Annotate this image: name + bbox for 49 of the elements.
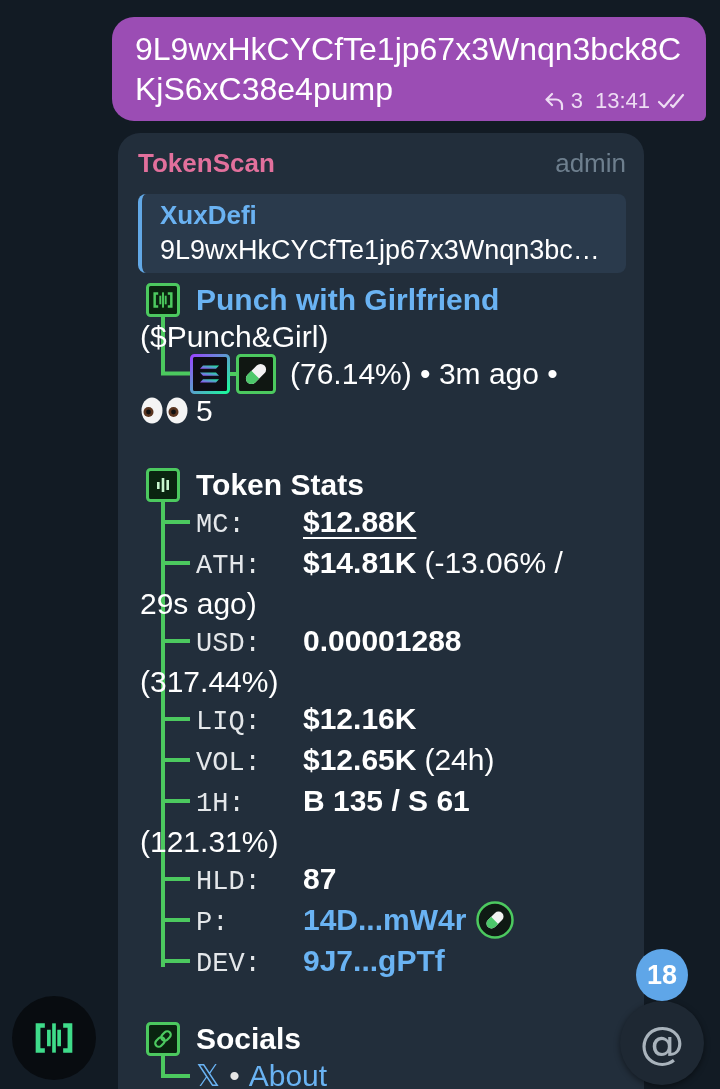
- social-link[interactable]: 𝕏: [196, 1058, 221, 1089]
- logo-icon: [146, 282, 180, 317]
- stat-value: B 135 / S 61: [303, 784, 470, 817]
- link-icon: [146, 1021, 180, 1056]
- message-text: 9L9wxHkCYCfTe1jp67x3Wnqn3bck8C: [135, 30, 682, 69]
- view-count: 5: [196, 394, 213, 427]
- section-title: Token Stats: [196, 468, 364, 501]
- eyes-icon: [140, 397, 190, 424]
- reply-arrow-icon: [543, 92, 564, 110]
- section-title: Socials: [196, 1022, 302, 1055]
- tree-connector: [230, 371, 236, 376]
- stat-detail: (24h): [424, 743, 495, 776]
- mention-button[interactable]: @: [620, 1001, 704, 1085]
- mention-count-badge: 18: [636, 949, 688, 1001]
- quote-author: XuxDefi: [160, 199, 258, 232]
- avatar-icon[interactable]: [12, 996, 96, 1080]
- sender-name[interactable]: TokenScan: [138, 146, 275, 180]
- stat-label: LIQ:: [196, 706, 262, 739]
- token-info: (76.14%) • 3m ago •: [290, 357, 558, 390]
- token-name-link[interactable]: Punch with Girlfriend: [196, 283, 500, 316]
- stat-value: 87: [303, 862, 337, 895]
- quote-text: 9L9wxHkCYCfTe1jp67x3Wnqn3bc…: [160, 234, 601, 267]
- stat-label: VOL:: [196, 747, 262, 780]
- message-text: KjS6xC38e4pump: [135, 70, 393, 109]
- stat-label: P:: [196, 907, 230, 940]
- stat-label: ATH:: [196, 550, 262, 583]
- reply-count: 3: [570, 89, 583, 113]
- stat-value: 0.00001288: [303, 624, 462, 657]
- stat-value: $12.16K: [303, 702, 417, 735]
- stat-value: $12.65K: [303, 743, 417, 776]
- stat-detail: (-13.06% /: [424, 546, 563, 579]
- stat-label: DEV:: [196, 948, 262, 981]
- stat-value: $14.81K: [303, 546, 417, 579]
- admin-label: admin: [555, 147, 626, 180]
- pill-icon[interactable]: [236, 353, 276, 394]
- stat-value-link[interactable]: 14D...mW4r: [303, 903, 467, 936]
- reply-quote[interactable]: XuxDefi 9L9wxHkCYCfTe1jp67x3Wnqn3bc…: [138, 194, 626, 273]
- separator: •: [229, 1059, 240, 1089]
- bar-chart-icon: [146, 467, 180, 502]
- stat-label: HLD:: [196, 866, 262, 899]
- message-time: 13:41: [594, 89, 650, 113]
- pill-badge-icon[interactable]: [476, 900, 515, 939]
- stat-label: USD:: [196, 628, 262, 661]
- stat-label: 1H:: [196, 788, 246, 821]
- social-link[interactable]: About: [248, 1059, 328, 1089]
- stat-label: MC:: [196, 509, 246, 542]
- stat-value-link[interactable]: 9J7...gPTf: [303, 944, 445, 977]
- stat-value-link[interactable]: $12.88K: [303, 505, 417, 538]
- slanted-bars-icon[interactable]: [190, 353, 230, 394]
